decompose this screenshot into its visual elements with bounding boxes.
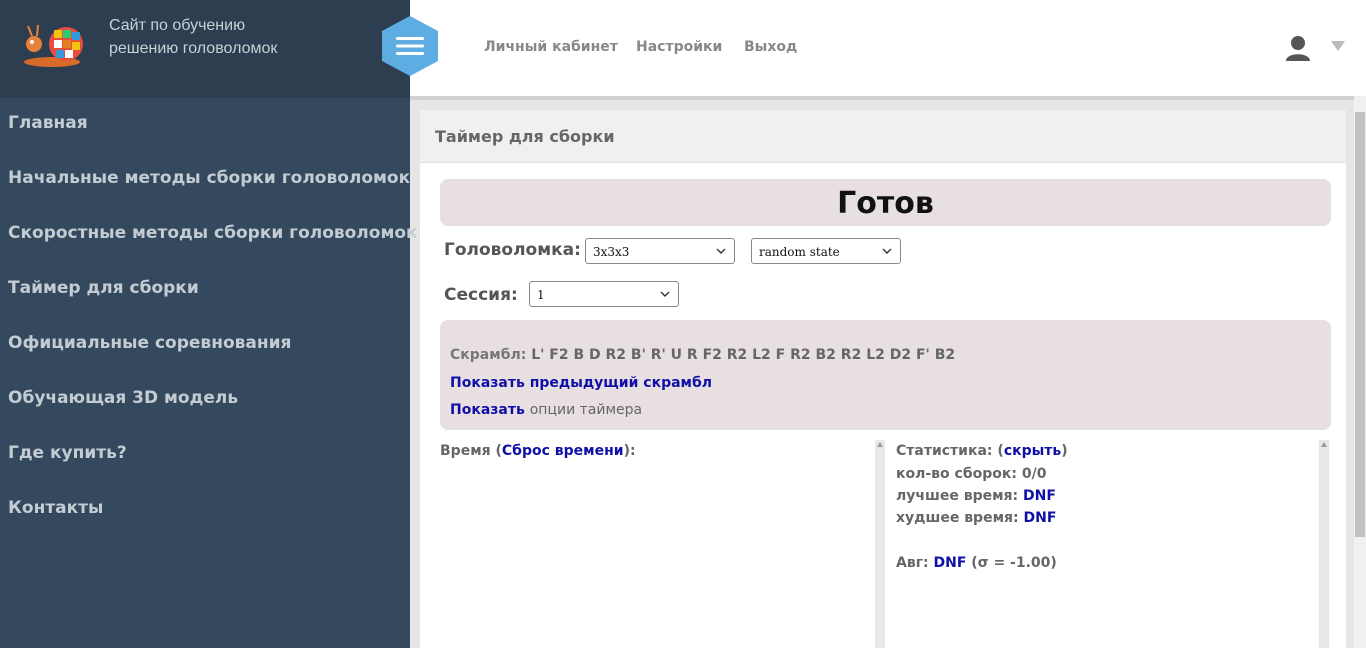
worst-time-value[interactable]: DNF [1023, 510, 1056, 526]
top-link-settings[interactable]: Настройки [636, 39, 722, 55]
top-link-account[interactable]: Личный кабинет [484, 39, 618, 55]
stats-title-end: ) [1061, 443, 1068, 459]
sidebar-item-speed-methods[interactable]: Скоростные методы сборки головоломок [0, 208, 418, 263]
caret-down-icon[interactable] [1330, 40, 1346, 52]
average-row: Авг: DNF (σ = -1.00) [896, 555, 1057, 571]
sidebar-nav: Главная Начальные методы сборки головоло… [0, 98, 418, 538]
sidebar-item-beginner-methods[interactable]: Начальные методы сборки головоломок [0, 153, 410, 208]
hamburger-menu-icon[interactable] [382, 16, 438, 76]
stats-title-text: Статистика: ( [896, 443, 1004, 459]
hide-stats-link[interactable]: скрыть [1004, 443, 1061, 459]
times-header: Время (Сброс времени): [440, 443, 636, 459]
scramble-label: Скрамбл: [450, 347, 527, 363]
timer-status-display[interactable]: Готов [440, 179, 1331, 226]
timer-options-line: Показать опции таймера [450, 402, 642, 418]
site-title: Сайт по обучению решению головоломок [109, 17, 278, 57]
panel-title: Таймер для сборки [435, 127, 615, 146]
chevron-down-icon [660, 291, 670, 297]
chevron-down-icon [882, 248, 892, 254]
worst-time-row: худшее время: DNF [896, 510, 1056, 526]
scroll-up-icon[interactable] [1320, 441, 1328, 449]
sidebar-item-home[interactable]: Главная [0, 98, 410, 153]
scramble-box: Скрамбл: L' F2 B D R2 B' R' U R F2 R2 L2… [440, 320, 1331, 430]
times-label-end: ): [623, 443, 636, 459]
sidebar: Сайт по обучению решению головоломок Гла… [0, 0, 418, 648]
puzzle-select[interactable]: 3x3x3 [585, 238, 735, 264]
sidebar-item-contacts[interactable]: Контакты [0, 483, 410, 538]
show-previous-scramble-link[interactable]: Показать предыдущий скрамбл [450, 375, 712, 391]
top-link-logout[interactable]: Выход [744, 39, 797, 55]
top-bar: Личный кабинет Настройки Выход [382, 0, 1366, 96]
panel-header: Таймер для сборки [420, 110, 1346, 163]
snail-logo-icon[interactable] [22, 22, 90, 70]
worst-time-label: худшее время: [896, 510, 1019, 526]
sidebar-item-where-to-buy[interactable]: Где купить? [0, 428, 410, 483]
scramble-type-value: random state [759, 245, 840, 259]
user-icon[interactable] [1284, 34, 1312, 62]
average-value[interactable]: DNF [933, 555, 966, 571]
best-time-label: лучшее время: [896, 488, 1019, 504]
best-time-row: лучшее время: DNF [896, 488, 1056, 504]
timer-options-text: опции таймера [529, 402, 643, 418]
scramble-text: L' F2 B D R2 B' R' U R F2 R2 L2 F R2 B2 … [531, 347, 956, 363]
reset-times-link[interactable]: Сброс времени [502, 443, 624, 459]
brand-header: Сайт по обучению решению головоломок [0, 0, 410, 98]
puzzle-label: Головоломка: [444, 240, 581, 260]
prev-scramble-line: Показать предыдущий скрамбл [450, 375, 712, 391]
solve-count: кол-во сборок: 0/0 [896, 466, 1047, 482]
times-scrollbar[interactable] [875, 440, 885, 648]
stats-box: Статистика: (скрыть) кол-во сборок: 0/0 … [886, 440, 1329, 648]
average-label: Авг: [896, 555, 929, 571]
scramble-type-select[interactable]: random state [751, 238, 901, 264]
times-label: Время ( [440, 443, 502, 459]
scramble-line: Скрамбл: L' F2 B D R2 B' R' U R F2 R2 L2… [450, 347, 955, 363]
stats-scrollbar[interactable] [1319, 440, 1329, 648]
session-select[interactable]: 1 [529, 281, 679, 307]
session-label: Сессия: [444, 285, 518, 305]
average-sigma: (σ = -1.00) [971, 555, 1057, 571]
stats-title: Статистика: (скрыть) [896, 443, 1068, 459]
page-scrollbar-thumb[interactable] [1355, 112, 1365, 537]
topbar-divider [410, 96, 1366, 100]
sidebar-item-competitions[interactable]: Официальные соревнования [0, 318, 410, 373]
scroll-up-icon[interactable] [876, 441, 884, 449]
chevron-down-icon [716, 248, 726, 254]
show-timer-options-link[interactable]: Показать [450, 402, 525, 418]
timer-panel: Таймер для сборки Готов Головоломка: 3x3… [420, 110, 1346, 648]
sidebar-item-timer[interactable]: Таймер для сборки [0, 263, 410, 318]
best-time-value[interactable]: DNF [1023, 488, 1056, 504]
puzzle-select-value: 3x3x3 [593, 245, 630, 259]
session-select-value: 1 [537, 288, 545, 302]
sidebar-item-3d-model[interactable]: Обучающая 3D модель [0, 373, 410, 428]
